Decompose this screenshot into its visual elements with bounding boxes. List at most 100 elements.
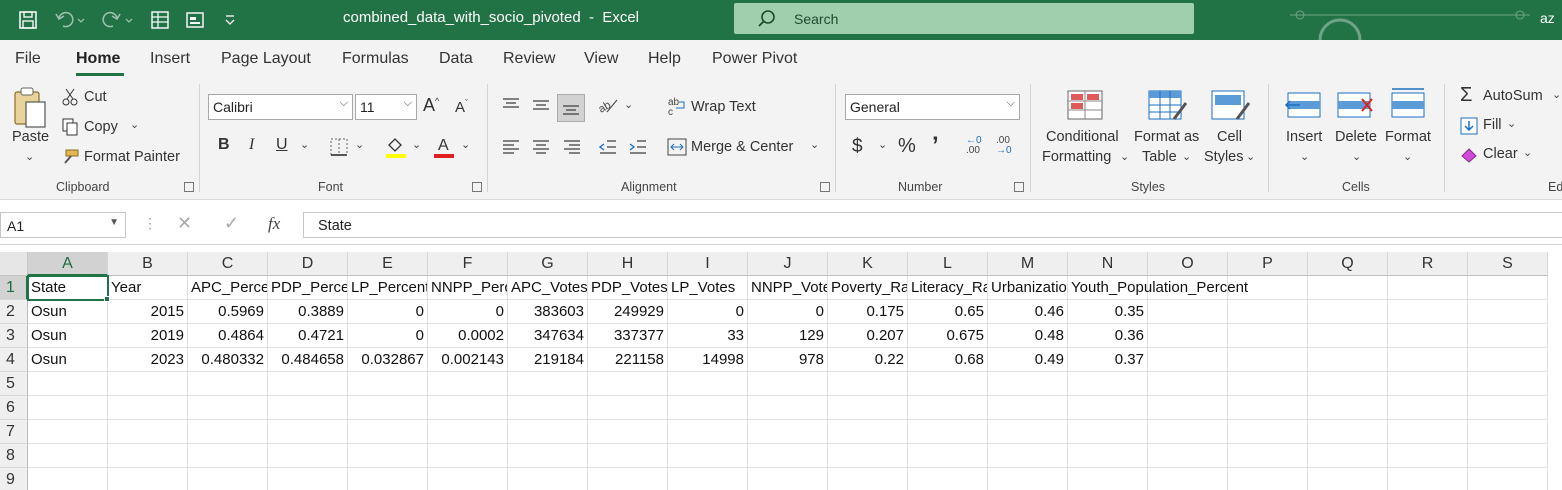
cell-o3[interactable] xyxy=(1148,324,1228,348)
cell-p4[interactable] xyxy=(1228,348,1308,372)
column-header-f[interactable]: F xyxy=(428,252,508,276)
tab-formulas[interactable]: Formulas xyxy=(342,50,409,68)
merge-center-dropdown-icon[interactable]: ⌄ xyxy=(810,138,819,151)
cell-j7[interactable] xyxy=(748,420,828,444)
tab-help[interactable]: Help xyxy=(648,50,681,68)
cut-icon[interactable] xyxy=(60,87,80,107)
column-header-k[interactable]: K xyxy=(828,252,908,276)
cell-b8[interactable] xyxy=(108,444,188,468)
cell-g3[interactable]: 347634 xyxy=(508,324,588,348)
form-icon[interactable] xyxy=(148,9,172,31)
row-header-7[interactable]: 7 xyxy=(0,420,28,444)
conditional-formatting-button[interactable]: Conditional xyxy=(1046,129,1119,145)
comma-style-icon[interactable]: ’ xyxy=(932,132,939,160)
cell-h9[interactable] xyxy=(588,468,668,490)
cell-b9[interactable] xyxy=(108,468,188,490)
cell-r6[interactable] xyxy=(1388,396,1468,420)
cell-i1[interactable]: LP_Votes xyxy=(668,276,748,300)
cell-q3[interactable] xyxy=(1308,324,1388,348)
tab-page-layout[interactable]: Page Layout xyxy=(221,50,311,68)
row-header-8[interactable]: 8 xyxy=(0,444,28,468)
cell-a8[interactable] xyxy=(28,444,108,468)
wrap-text-button[interactable]: Wrap Text xyxy=(691,99,756,115)
paste-icon[interactable] xyxy=(12,86,48,130)
formula-input[interactable]: State xyxy=(303,212,1562,238)
data-form-icon[interactable] xyxy=(183,9,207,31)
orientation-icon[interactable]: ab xyxy=(596,94,620,116)
cell-f5[interactable] xyxy=(428,372,508,396)
format-painter-icon[interactable] xyxy=(60,147,80,167)
cut-button[interactable]: Cut xyxy=(84,89,107,105)
cell-s5[interactable] xyxy=(1468,372,1548,396)
cell-g9[interactable] xyxy=(508,468,588,490)
cell-j5[interactable] xyxy=(748,372,828,396)
tab-file[interactable]: File xyxy=(15,50,41,68)
cell-o2[interactable] xyxy=(1148,300,1228,324)
column-header-p[interactable]: P xyxy=(1228,252,1308,276)
cell-a3[interactable]: Osun xyxy=(28,324,108,348)
cell-c8[interactable] xyxy=(188,444,268,468)
name-box[interactable]: A1 ▼ xyxy=(0,212,126,238)
cell-a7[interactable] xyxy=(28,420,108,444)
cell-f9[interactable] xyxy=(428,468,508,490)
cell-p7[interactable] xyxy=(1228,420,1308,444)
cell-h7[interactable] xyxy=(588,420,668,444)
cell-g5[interactable] xyxy=(508,372,588,396)
cell-b7[interactable] xyxy=(108,420,188,444)
conditional-formatting-icon[interactable] xyxy=(1067,88,1103,122)
cell-d2[interactable]: 0.3889 xyxy=(268,300,348,324)
cell-m9[interactable] xyxy=(988,468,1068,490)
cell-c3[interactable]: 0.4864 xyxy=(188,324,268,348)
column-header-l[interactable]: L xyxy=(908,252,988,276)
cell-c9[interactable] xyxy=(188,468,268,490)
cell-m8[interactable] xyxy=(988,444,1068,468)
cell-p9[interactable] xyxy=(1228,468,1308,490)
cell-d1[interactable]: PDP_Percent xyxy=(268,276,348,300)
row-header-3[interactable]: 3 xyxy=(0,324,28,348)
cell-e3[interactable]: 0 xyxy=(348,324,428,348)
cell-b1[interactable]: Year xyxy=(108,276,188,300)
cell-b4[interactable]: 2023 xyxy=(108,348,188,372)
fill-color-dropdown-icon[interactable]: ⌄ xyxy=(412,138,421,151)
align-right-icon[interactable] xyxy=(561,136,583,158)
column-header-h[interactable]: H xyxy=(588,252,668,276)
clear-button[interactable]: Clear xyxy=(1483,146,1518,162)
cell-a4[interactable]: Osun xyxy=(28,348,108,372)
clear-icon[interactable] xyxy=(1459,144,1479,164)
currency-icon[interactable]: $ xyxy=(852,136,863,158)
cell-m4[interactable]: 0.49 xyxy=(988,348,1068,372)
cell-l8[interactable] xyxy=(908,444,988,468)
delete-dropdown-icon[interactable]: ⌄ xyxy=(1352,150,1361,163)
cell-l6[interactable] xyxy=(908,396,988,420)
cell-e8[interactable] xyxy=(348,444,428,468)
cell-k7[interactable] xyxy=(828,420,908,444)
cell-m5[interactable] xyxy=(988,372,1068,396)
underline-button[interactable]: U xyxy=(276,136,288,154)
copy-dropdown-icon[interactable]: ⌄ xyxy=(130,118,139,131)
fill-dropdown-icon[interactable]: ⌄ xyxy=(1507,117,1516,130)
column-header-j[interactable]: J xyxy=(748,252,828,276)
cell-c2[interactable]: 0.5969 xyxy=(188,300,268,324)
cell-q7[interactable] xyxy=(1308,420,1388,444)
font-launcher-icon[interactable] xyxy=(472,182,482,192)
enter-icon[interactable]: ✓ xyxy=(224,213,239,234)
paste-button[interactable]: Paste xyxy=(12,129,49,145)
cell-d4[interactable]: 0.484658 xyxy=(268,348,348,372)
cell-g7[interactable] xyxy=(508,420,588,444)
cell-f2[interactable]: 0 xyxy=(428,300,508,324)
cell-j6[interactable] xyxy=(748,396,828,420)
middle-align-icon[interactable] xyxy=(530,94,552,116)
conditional-formatting-button-line2[interactable]: Formatting xyxy=(1042,149,1111,165)
cell-p3[interactable] xyxy=(1228,324,1308,348)
cell-l9[interactable] xyxy=(908,468,988,490)
format-as-table-icon[interactable] xyxy=(1148,88,1188,124)
cell-c4[interactable]: 0.480332 xyxy=(188,348,268,372)
clipboard-launcher-icon[interactable] xyxy=(184,182,194,192)
column-header-e[interactable]: E xyxy=(348,252,428,276)
insert-cells-icon[interactable] xyxy=(1284,88,1324,122)
cell-e4[interactable]: 0.032867 xyxy=(348,348,428,372)
cell-q2[interactable] xyxy=(1308,300,1388,324)
cell-l2[interactable]: 0.65 xyxy=(908,300,988,324)
cell-f6[interactable] xyxy=(428,396,508,420)
cell-r4[interactable] xyxy=(1388,348,1468,372)
